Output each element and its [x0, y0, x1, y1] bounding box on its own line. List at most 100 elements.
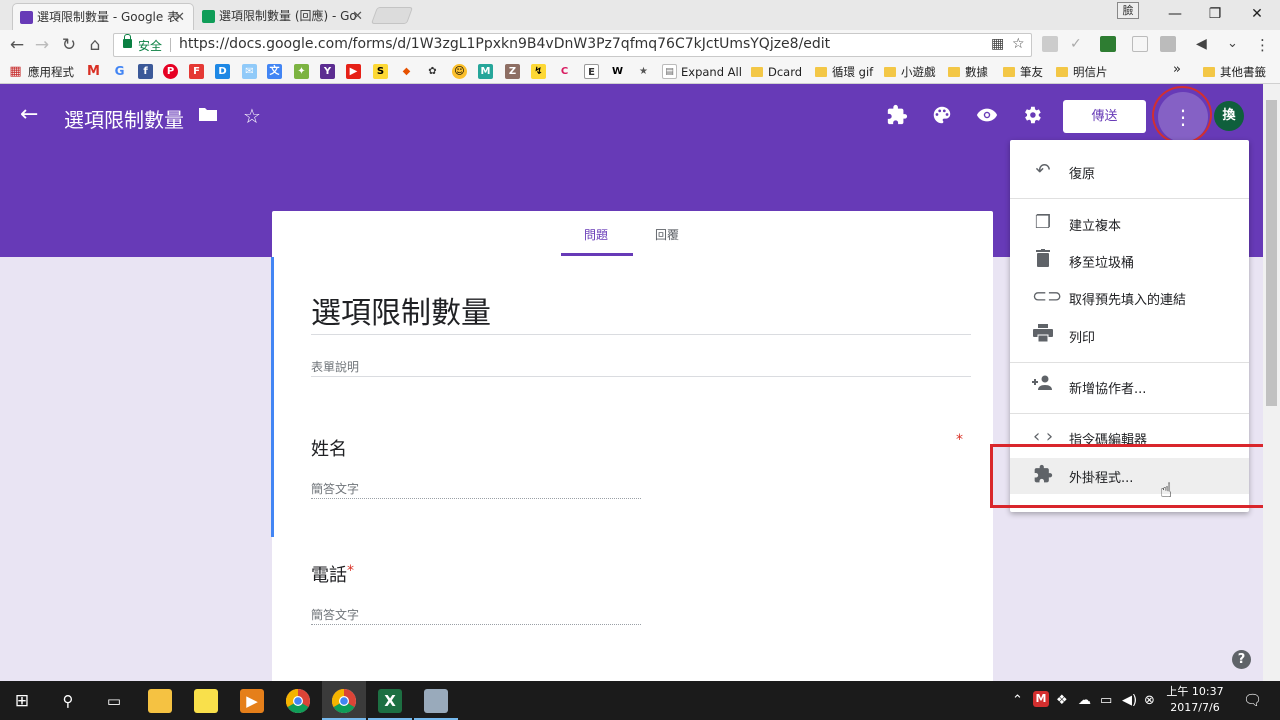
preview-eye-icon[interactable] — [976, 104, 998, 131]
question-name-label[interactable]: 姓名 — [311, 435, 347, 461]
bookmark-other[interactable]: 其他書籤 — [1203, 64, 1266, 80]
gmail-tray-icon[interactable]: M — [1033, 691, 1049, 707]
pinterest-icon[interactable]: P — [163, 64, 178, 79]
restore-icon[interactable]: ❐ — [1195, 0, 1235, 30]
bookmarks-overflow-icon[interactable]: » — [1173, 62, 1181, 78]
file-explorer-icon[interactable] — [148, 689, 172, 713]
task-view-icon[interactable]: ▭ — [102, 689, 126, 713]
bookmark-icon[interactable]: ✿ — [425, 64, 440, 79]
bookmark-dcard[interactable]: Dcard — [751, 64, 802, 80]
forward-icon[interactable]: → — [30, 33, 54, 57]
speaker-extension-icon[interactable]: ◀ — [1196, 36, 1212, 52]
folder-icon[interactable] — [198, 104, 218, 128]
notifications-icon[interactable]: 🗨 — [1243, 691, 1262, 709]
chevron-down-icon[interactable]: ⌄ — [1227, 36, 1243, 52]
gmail-icon[interactable]: M — [86, 64, 101, 79]
menu-item-trash[interactable]: 移至垃圾桶 — [1010, 243, 1249, 279]
facebook-icon[interactable]: f — [138, 64, 153, 79]
scrollbar-thumb[interactable] — [1266, 100, 1277, 406]
browser-tab-sheets[interactable]: 選項限制數量 (回應) - Go ✕ — [195, 3, 371, 30]
form-doc-title[interactable]: 選項限制數量 — [64, 104, 184, 133]
google-icon[interactable]: G — [112, 64, 127, 79]
address-bar[interactable]: 安全 https://docs.google.com/forms/d/1W3zg… — [113, 33, 1032, 57]
close-window-icon[interactable]: ✕ — [1235, 0, 1279, 30]
menu-item-make-copy[interactable]: ❐ 建立複本 — [1010, 206, 1249, 242]
mail-icon[interactable]: ✉ — [242, 64, 257, 79]
system-clock[interactable]: 上午 10:37 2017/7/6 — [1160, 684, 1230, 716]
bookmark-icon[interactable]: M — [478, 64, 493, 79]
extension-icon[interactable] — [1160, 36, 1176, 52]
translate-icon[interactable]: 文 — [267, 64, 282, 79]
extension-icon[interactable] — [1100, 36, 1116, 52]
home-icon[interactable]: ⌂ — [83, 33, 107, 57]
bookmark-icon[interactable]: C — [557, 64, 572, 79]
youtube-icon[interactable]: ▶ — [346, 64, 361, 79]
yahoo-icon[interactable]: Y — [320, 64, 335, 79]
question-phone-label[interactable]: 電話* — [311, 561, 354, 587]
bookmark-apps[interactable]: 應用程式 — [28, 64, 74, 80]
search-icon[interactable]: ⚲ — [56, 689, 80, 713]
bookmark-games[interactable]: 小遊戲 — [884, 64, 936, 80]
menu-item-prefilled-link[interactable]: ⊂⊃ 取得預先填入的連結 — [1010, 280, 1249, 316]
new-tab-button[interactable] — [370, 7, 414, 24]
browser-menu-icon[interactable]: ⋮ — [1255, 36, 1271, 54]
bookmark-gif[interactable]: 循環 gif — [815, 64, 873, 80]
qr-code-icon[interactable]: ▦ — [991, 36, 1004, 52]
chevron-up-icon[interactable]: ⌃ — [1012, 693, 1023, 708]
network-icon[interactable]: ▭ — [1100, 693, 1112, 708]
bookmark-icon[interactable]: Z — [505, 64, 520, 79]
menu-item-print[interactable]: 列印 — [1010, 318, 1249, 354]
bookmark-icon[interactable]: D — [215, 64, 230, 79]
bookmark-star-icon[interactable]: ★ — [636, 64, 651, 79]
cloud-icon[interactable]: ☁ — [1078, 693, 1091, 708]
avatar[interactable]: 換 — [1214, 101, 1244, 131]
sticky-notes-icon[interactable] — [194, 689, 218, 713]
app-icon[interactable] — [424, 689, 448, 713]
dropbox-icon[interactable]: ❖ — [1056, 693, 1068, 708]
bookmark-icon[interactable]: ☺ — [452, 64, 467, 79]
bookmark-postcards[interactable]: 明信片 — [1056, 64, 1108, 80]
ime-icon[interactable]: ⊗ — [1144, 693, 1155, 708]
checkmark-extension-icon[interactable]: ✓ — [1070, 36, 1086, 52]
media-player-icon[interactable]: ▶ — [240, 689, 264, 713]
palette-icon[interactable] — [931, 104, 953, 131]
bookmark-icon[interactable]: ✦ — [294, 64, 309, 79]
bookmark-icon[interactable]: S — [373, 64, 388, 79]
bookmark-icon[interactable]: ◆ — [399, 64, 414, 79]
menu-item-undo[interactable]: ↶ 復原 — [1010, 154, 1249, 190]
bookmark-expand-all[interactable]: Expand All — [681, 64, 742, 80]
back-arrow-icon[interactable]: ← — [20, 102, 38, 127]
bookmark-penpals[interactable]: 筆友 — [1003, 64, 1043, 80]
wikipedia-icon[interactable]: W — [610, 64, 625, 79]
minimize-icon[interactable]: — — [1155, 0, 1195, 30]
form-title[interactable]: 選項限制數量 — [311, 288, 491, 332]
url-text[interactable]: https://docs.google.com/forms/d/1W3zgL1P… — [179, 36, 830, 52]
tab-questions[interactable]: 問題 — [584, 226, 608, 243]
form-description-field[interactable]: 表單說明 — [311, 358, 359, 375]
bookmark-star-icon[interactable]: ☆ — [1012, 36, 1025, 52]
profile-button[interactable]: 臉 — [1117, 2, 1139, 19]
tab-responses[interactable]: 回覆 — [655, 226, 679, 243]
page-icon[interactable]: ▤ — [662, 64, 677, 79]
bookmark-icon[interactable]: E — [584, 64, 599, 79]
extension-icon[interactable] — [1042, 36, 1058, 52]
close-tab-icon[interactable]: ✕ — [174, 4, 185, 30]
bookmark-icon[interactable]: ↯ — [531, 64, 546, 79]
reload-icon[interactable]: ↻ — [57, 33, 81, 57]
chrome-icon[interactable] — [331, 689, 356, 714]
close-tab-icon[interactable]: ✕ — [352, 3, 363, 30]
flipboard-icon[interactable]: F — [189, 64, 204, 79]
star-icon[interactable]: ☆ — [243, 104, 261, 128]
help-icon[interactable]: ? — [1232, 650, 1251, 669]
excel-icon[interactable]: X — [378, 689, 402, 713]
menu-item-add-collaborators[interactable]: 新增協作者... — [1010, 369, 1249, 405]
addons-puzzle-icon[interactable] — [886, 104, 908, 131]
apps-grid-icon[interactable]: ▦ — [8, 64, 23, 79]
extension-icon[interactable] — [1132, 36, 1148, 52]
send-button[interactable]: 傳送 — [1063, 100, 1146, 133]
browser-tab-forms[interactable]: 選項限制數量 - Google 表 ✕ — [12, 3, 194, 30]
chrome-icon[interactable] — [285, 689, 310, 714]
bookmark-data[interactable]: 數據 — [948, 64, 988, 80]
settings-gear-icon[interactable] — [1021, 104, 1043, 131]
back-icon[interactable]: ← — [5, 33, 29, 57]
